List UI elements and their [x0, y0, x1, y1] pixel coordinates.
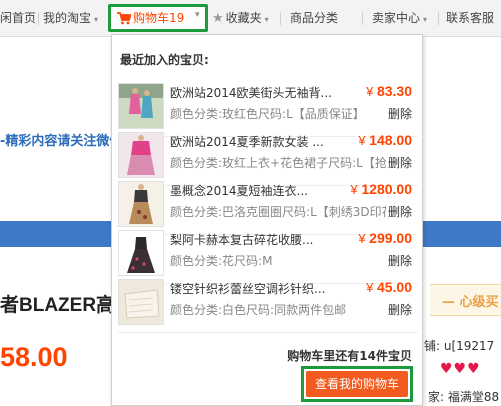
cart-tab-label: 购物车19: [133, 11, 185, 25]
cart-dropdown: 最近加入的宝贝: 欧洲站2014欧美街头无袖背... ¥ 83.30 颜色分类:…: [111, 34, 423, 406]
product-spec: 颜色分类:玫红色尺码:L【品质保证】: [170, 107, 365, 121]
nav-my-taobao[interactable]: 我的淘宝 ▾: [43, 0, 98, 36]
product-name-link[interactable]: 欧洲站2014夏季新款女装 ...: [170, 133, 340, 150]
currency-symbol: ¥: [366, 84, 374, 99]
product-image: [119, 231, 163, 275]
product-price: 58.00: [0, 342, 68, 372]
currency-symbol: ¥: [366, 280, 374, 295]
product-spec: 颜色分类:巴洛克圈圈尺码:L【刺绣3D印花: [170, 205, 386, 219]
remove-item-button[interactable]: 删除: [388, 301, 412, 318]
nav-seller-center[interactable]: 卖家中心 ▾: [372, 0, 427, 36]
product-spec: 颜色分类:白色尺码:同款两件包邮: [170, 303, 347, 317]
nav-divider: [38, 12, 39, 25]
chevron-down-icon: ▾: [195, 10, 200, 20]
product-thumbnail[interactable]: [118, 132, 164, 178]
shop-info: 铺: u[19217: [424, 339, 495, 353]
nav-categories[interactable]: 商品分类: [290, 0, 338, 36]
product-name-link[interactable]: 镂空针织衫蕾丝空调衫针织...: [170, 280, 340, 297]
remove-item-button[interactable]: 删除: [388, 252, 412, 269]
nav-seller-center-label: 卖家中心: [372, 11, 421, 25]
price-value: 148.00: [369, 132, 412, 148]
chevron-down-icon: ▾: [94, 15, 99, 24]
nav-favorites[interactable]: ★ 收藏夹 ▾: [212, 0, 269, 36]
product-spec: 颜色分类:玫红上衣+花色裙子尺码:L【抢: [170, 156, 386, 170]
cart-icon: [117, 12, 131, 25]
product-thumbnail[interactable]: [118, 230, 164, 276]
product-image: [119, 133, 163, 177]
remaining-items-text: 购物车里还有14件宝贝: [287, 349, 412, 363]
nav-my-taobao-label: 我的淘宝: [43, 11, 92, 25]
product-thumbnail[interactable]: [118, 83, 164, 129]
price-value: 1280.00: [361, 181, 412, 197]
product-thumbnail[interactable]: [118, 181, 164, 227]
vip-banner: — 心级买: [430, 284, 501, 316]
nav-support[interactable]: 联系客服: [446, 0, 494, 36]
remove-item-button[interactable]: 删除: [388, 105, 412, 122]
remove-item-button[interactable]: 删除: [388, 154, 412, 171]
product-thumbnail[interactable]: [118, 279, 164, 325]
promo-text: -精彩内容请关注微信: [0, 134, 123, 149]
seller-info: 家: 福满堂88: [428, 390, 500, 404]
top-nav-bar: 闲首页 我的淘宝 ▾ 购物车19 ▾ ★ 收藏夹 ▾ 商品分类 卖家中心 ▾ 联系客服: [0, 0, 501, 37]
vip-banner-text: — 心级买: [442, 295, 499, 310]
star-icon: ★: [212, 11, 224, 26]
seller-rating-hearts: ♥♥♥: [440, 361, 481, 377]
chevron-down-icon: ▾: [264, 15, 269, 24]
nav-divider: [280, 12, 281, 25]
checkout-highlight: 查看我的购物车: [301, 366, 413, 402]
currency-symbol: ¥: [350, 182, 358, 197]
product-price: ¥ 1280.00: [351, 181, 412, 197]
product-price: ¥ 299.00: [358, 230, 412, 246]
product-image: [119, 280, 163, 324]
nav-cart-tab[interactable]: 购物车19 ▾: [108, 4, 208, 32]
currency-symbol: ¥: [358, 231, 366, 246]
product-image: [119, 182, 163, 226]
product-name-link[interactable]: 梨阿卡赫本复古碎花收腰...: [170, 231, 340, 248]
product-name-link[interactable]: 墨概念2014夏短袖连衣...: [170, 182, 340, 199]
product-image: [119, 84, 163, 128]
nav-divider: [362, 12, 363, 25]
chevron-down-icon: ▾: [423, 15, 428, 24]
product-price: ¥ 45.00: [366, 279, 412, 295]
nav-home-link[interactable]: 闲首页: [0, 0, 36, 36]
row-divider: [118, 332, 418, 333]
nav-divider: [438, 12, 439, 25]
cart-item: 镂空针织衫蕾丝空调衫针织... ¥ 45.00 颜色分类:白色尺码:同款两件包邮…: [118, 277, 418, 335]
product-price: ¥ 148.00: [358, 132, 412, 148]
nav-favorites-label: 收藏夹: [225, 11, 262, 25]
product-spec: 颜色分类:花尺码:M: [170, 254, 273, 268]
recent-items-title: 最近加入的宝贝:: [120, 53, 209, 67]
price-value: 83.30: [376, 83, 412, 99]
product-price: ¥ 83.30: [366, 83, 412, 99]
product-name-link[interactable]: 欧洲站2014欧美街头无袖背...: [170, 84, 340, 101]
price-value: 299.00: [369, 230, 412, 246]
view-cart-button[interactable]: 查看我的购物车: [306, 371, 408, 397]
currency-symbol: ¥: [358, 133, 366, 148]
remove-item-button[interactable]: 删除: [388, 203, 412, 220]
price-value: 45.00: [376, 279, 412, 295]
